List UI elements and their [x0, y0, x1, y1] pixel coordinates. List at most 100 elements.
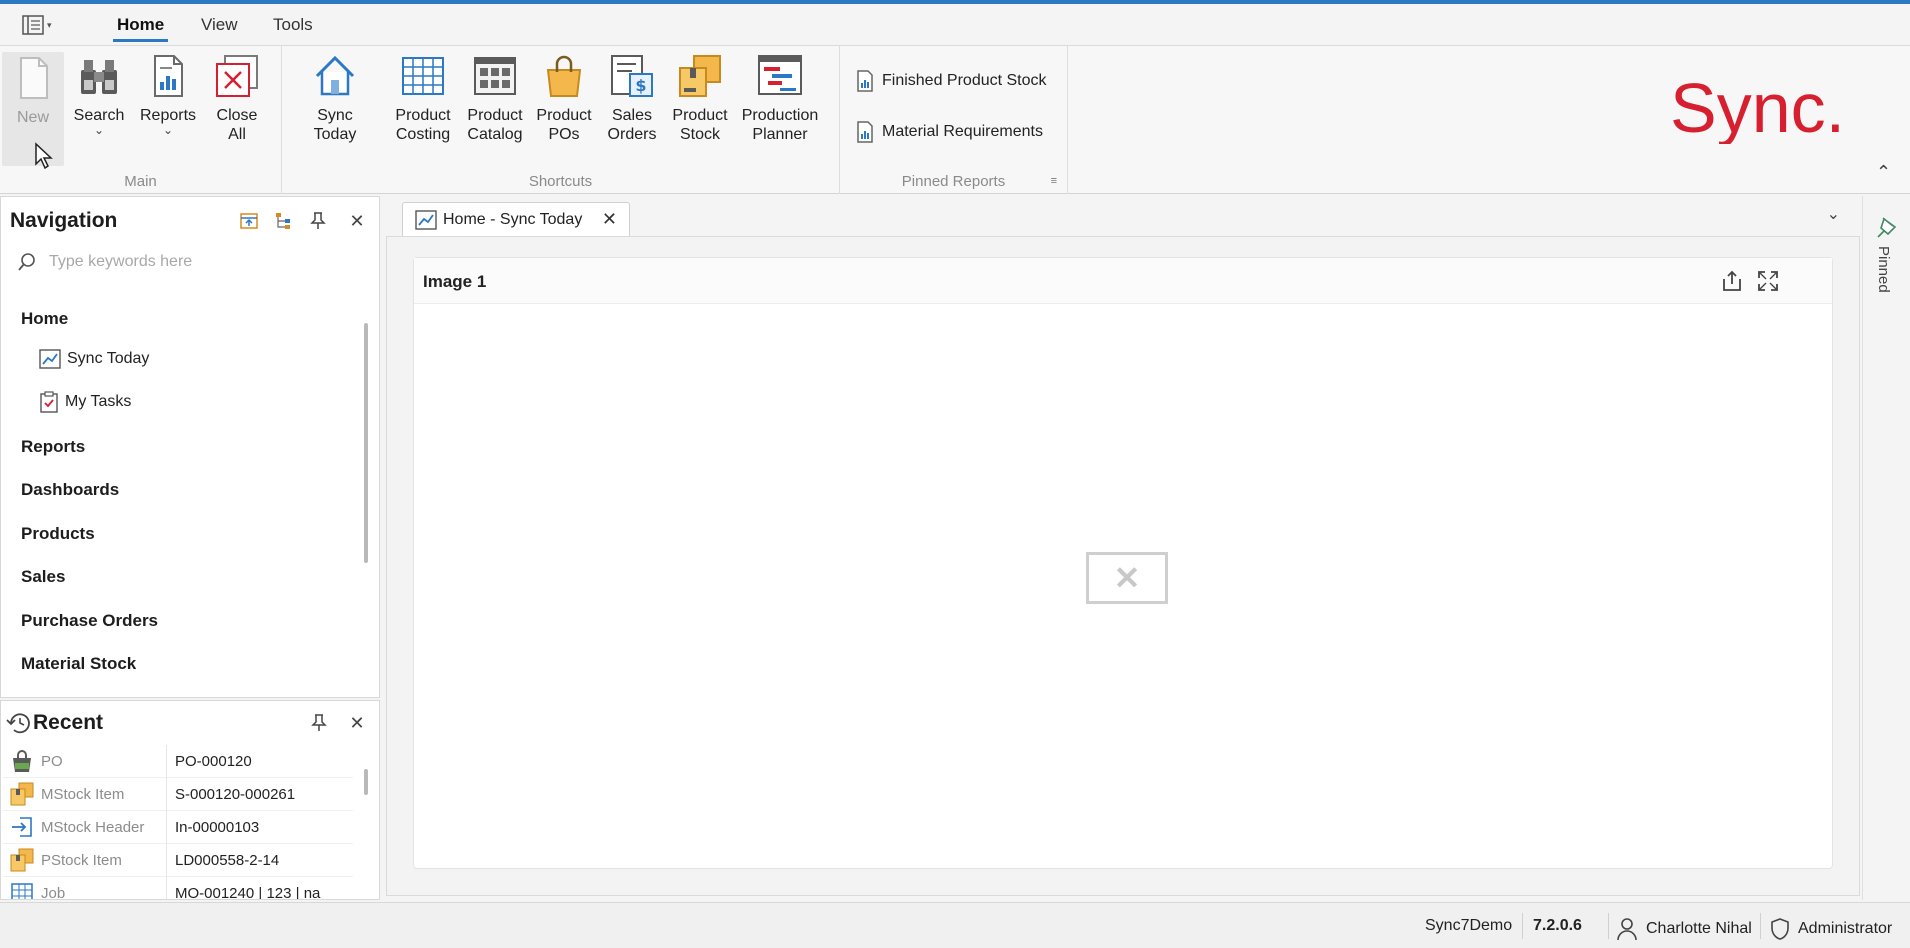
tab-tools[interactable]: Tools — [273, 15, 313, 35]
status-user-name: Charlotte Nihal — [1646, 920, 1752, 937]
image-card-title: Image 1 — [423, 272, 487, 291]
product-stock-shortcut[interactable]: Product Stock — [668, 52, 732, 144]
shortcut-label-line1: Product — [672, 107, 728, 124]
stock-in-icon — [12, 817, 32, 837]
clipboard-check-icon — [40, 391, 58, 413]
tree-view-icon[interactable] — [274, 211, 294, 231]
mouse-cursor-icon — [35, 142, 53, 170]
grid-icon — [11, 883, 33, 899]
tab-list-dropdown-icon[interactable]: ⌄ — [1827, 204, 1840, 224]
tab-home-sync-today[interactable]: Home - Sync Today ✕ — [402, 202, 630, 236]
shortcut-label-line2: Stock — [679, 126, 720, 143]
sync-today-shortcut[interactable]: Sync Today — [294, 52, 376, 144]
nav-item-my-tasks[interactable]: My Tasks — [39, 391, 131, 413]
recent-value: In-00000103 — [175, 818, 260, 836]
ribbon-group-pinned-reports: Finished Product Stock Material Requirem… — [840, 46, 1068, 194]
list-item[interactable]: PO PO-000120 — [3, 744, 353, 778]
pinned-tab[interactable]: Pinned — [1875, 246, 1892, 293]
nav-section-dashboards[interactable]: Dashboards — [21, 480, 119, 500]
search-button[interactable]: Search ⌄ — [70, 52, 128, 136]
product-pos-shortcut[interactable]: Product POs — [532, 52, 596, 144]
recent-value: MO-001240 | 123 | na — [175, 884, 321, 900]
pin-icon[interactable] — [308, 211, 328, 231]
shortcut-label-line2: Costing — [395, 126, 451, 143]
collapse-ribbon-icon[interactable]: ⌃ — [1876, 162, 1891, 183]
list-item[interactable]: PStock Item LD000558-2-14 — [3, 843, 353, 877]
pin-icon[interactable] — [1877, 216, 1897, 238]
sales-orders-shortcut[interactable]: $ Sales Orders — [602, 52, 662, 144]
navigation-title: Navigation — [10, 209, 118, 232]
app-menu-button[interactable]: ▾ — [22, 13, 58, 37]
product-catalog-shortcut[interactable]: Product Catalog — [462, 52, 528, 144]
new-button[interactable]: New — [2, 52, 64, 166]
close-all-button[interactable]: Close All — [208, 52, 266, 144]
list-item[interactable]: Job MO-001240 | 123 | na — [3, 876, 353, 900]
shortcut-label-line1: Product — [536, 107, 592, 124]
close-panel-icon[interactable]: ✕ — [347, 211, 367, 231]
nav-item-label: My Tasks — [65, 393, 132, 410]
tab-home[interactable]: Home — [112, 15, 169, 42]
status-role-name: Administrator — [1798, 920, 1893, 937]
home-icon — [315, 55, 355, 96]
recent-scrollbar[interactable] — [364, 769, 368, 795]
pin-icon[interactable] — [309, 713, 329, 733]
shortcut-label-line2: POs — [548, 126, 580, 143]
expand-tree-icon[interactable] — [239, 211, 259, 231]
nav-section-material-stock[interactable]: Material Stock — [21, 654, 136, 674]
navigation-scrollbar[interactable] — [364, 323, 368, 563]
status-bar: Sync7Demo 7.2.0.6 Charlotte Nihal Admini… — [0, 902, 1910, 948]
product-costing-shortcut[interactable]: Product Costing — [392, 52, 454, 144]
tab-view[interactable]: View — [201, 15, 238, 35]
shopping-bag-icon — [546, 55, 582, 97]
chart-icon — [39, 349, 61, 369]
close-panel-icon[interactable]: ✕ — [347, 713, 367, 733]
nav-item-sync-today[interactable]: Sync Today — [39, 349, 149, 369]
export-icon[interactable] — [1720, 269, 1744, 293]
document-area: Home - Sync Today ✕ ⌄ Image 1 ✕ — [382, 196, 1860, 900]
production-planner-shortcut[interactable]: Production Planner — [738, 52, 822, 144]
nav-section-sales[interactable]: Sales — [21, 567, 65, 587]
recent-value: PO-000120 — [175, 752, 252, 770]
sync-logo: Sync. — [1670, 74, 1845, 144]
recent-value: LD000558-2-14 — [175, 851, 280, 869]
status-role[interactable]: Administrator — [1770, 917, 1892, 941]
shortcut-label-line2: Planner — [752, 126, 808, 143]
chevron-down-icon: ⌄ — [162, 123, 174, 137]
stock-boxes-icon — [679, 55, 721, 97]
report-document-icon — [154, 55, 183, 97]
close-all-windows-icon — [216, 55, 258, 97]
ribbon-group-shortcuts: Sync Today Product Costing Product Catal… — [282, 46, 840, 194]
close-icon[interactable]: ✕ — [602, 209, 617, 230]
ribbon-group-label-main: Main — [124, 173, 157, 190]
nav-section-purchase-orders[interactable]: Purchase Orders — [21, 611, 158, 631]
gantt-planner-icon — [758, 55, 802, 95]
list-item[interactable]: MStock Header In-00000103 — [3, 810, 353, 844]
list-item[interactable]: MStock Item S-000120-000261 — [3, 777, 353, 811]
binoculars-icon — [81, 60, 117, 94]
catalog-icon — [474, 57, 516, 95]
pinned-report-finished-product-stock[interactable]: Finished Product Stock — [856, 70, 1047, 92]
fullscreen-icon[interactable] — [1756, 269, 1780, 293]
shortcut-label-line1: Sales — [611, 107, 653, 124]
stock-box-icon — [10, 848, 34, 872]
nav-section-products[interactable]: Products — [21, 524, 95, 544]
pinned-report-material-requirements[interactable]: Material Requirements — [856, 121, 1043, 143]
doc-tab-label: Home - Sync Today — [443, 210, 583, 228]
chart-icon — [415, 209, 437, 230]
status-user[interactable]: Charlotte Nihal — [1616, 917, 1752, 941]
group-options-icon[interactable]: ≡ — [1051, 175, 1057, 187]
nav-section-home[interactable]: Home — [21, 309, 68, 329]
status-version: 7.2.0.6 — [1533, 917, 1582, 934]
recent-title: Recent — [33, 711, 104, 734]
pinned-sidebar: Pinned — [1862, 196, 1910, 900]
ribbon: New Search ⌄ Reports ⌄ Close All Main Sy… — [0, 46, 1910, 194]
pinned-report-label: Finished Product Stock — [882, 72, 1047, 89]
image-card-header: Image 1 — [414, 258, 1832, 304]
nav-section-reports[interactable]: Reports — [21, 437, 85, 457]
search-input[interactable] — [49, 253, 339, 271]
stock-box-icon — [10, 782, 34, 806]
status-database: Sync7Demo — [1425, 917, 1513, 934]
recent-panel: Recent ✕ PO PO-000120 MStock Item S-0001… — [0, 700, 380, 900]
shortcut-label-line1: Product — [467, 107, 523, 124]
reports-button[interactable]: Reports ⌄ — [136, 52, 200, 137]
